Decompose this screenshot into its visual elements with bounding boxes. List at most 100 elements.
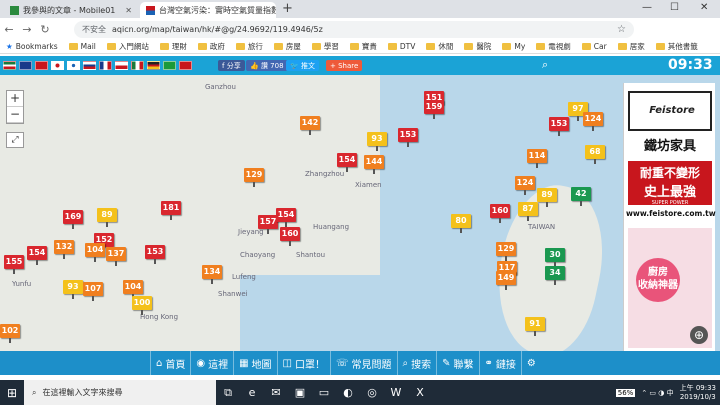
- bookmark-folder[interactable]: 政府: [197, 41, 225, 52]
- aqi-marker[interactable]: 142: [300, 116, 320, 135]
- bookmark-folder[interactable]: 醫院: [464, 41, 491, 52]
- back-icon[interactable]: ←: [0, 23, 18, 36]
- aqi-marker[interactable]: 153: [145, 245, 165, 264]
- media-icon[interactable]: ◐: [336, 380, 360, 405]
- store-icon[interactable]: ▣: [288, 380, 312, 405]
- bookmark-folder[interactable]: DTV: [387, 42, 415, 51]
- nav-mask[interactable]: ◫ 口罩！: [276, 351, 330, 375]
- chrome-icon[interactable]: ◎: [360, 380, 384, 405]
- flag-icon[interactable]: [83, 61, 96, 70]
- aqi-marker[interactable]: 169: [63, 210, 83, 229]
- bookmark-folder[interactable]: 電視劇: [536, 41, 571, 52]
- close-tab-icon[interactable]: ✕: [121, 6, 132, 15]
- explorer-icon[interactable]: ▭: [312, 380, 336, 405]
- fullscreen-icon[interactable]: ⤢: [6, 132, 24, 148]
- bookmark-folder[interactable]: My: [502, 42, 525, 51]
- facebook-share-button[interactable]: f 分享: [218, 60, 245, 71]
- bookmark-folder[interactable]: 房屋: [273, 41, 301, 52]
- aqi-marker[interactable]: 68: [585, 145, 605, 164]
- aqi-marker[interactable]: 87: [518, 202, 538, 221]
- zoom-in-button[interactable]: +: [7, 91, 23, 107]
- tab-mobile01[interactable]: 我參與的文章 - Mobile01 ✕: [4, 2, 138, 18]
- aqi-marker[interactable]: 155: [4, 255, 24, 274]
- tweet-button[interactable]: 🐦 推文: [286, 60, 319, 71]
- aqi-marker[interactable]: 154: [337, 153, 357, 172]
- flag-icon[interactable]: [163, 61, 176, 70]
- facebook-like-button[interactable]: 👍 讚 708: [246, 60, 288, 71]
- task-view-icon[interactable]: ⧉: [216, 380, 240, 405]
- bookmark-folder[interactable]: 休閒: [426, 41, 453, 52]
- aqi-map[interactable]: Ganzhou Zhangzhou Xiamen Jieyang Chaoyan…: [0, 75, 720, 351]
- close-window-button[interactable]: ✕: [700, 2, 708, 13]
- aqi-marker[interactable]: 34: [545, 266, 565, 285]
- aqi-marker[interactable]: 104: [123, 280, 143, 299]
- nav-contact[interactable]: ✎ 聯繫: [436, 351, 478, 375]
- aqi-marker[interactable]: 137: [106, 247, 126, 266]
- edge-icon[interactable]: e: [240, 380, 264, 405]
- bookmark-folder[interactable]: Car: [581, 42, 607, 51]
- aqi-marker[interactable]: 153: [398, 128, 418, 147]
- tab-aqicn[interactable]: 台灣空氣污染：實時空氣質量指數 ✕: [140, 2, 276, 18]
- aqi-marker[interactable]: 160: [490, 204, 510, 223]
- bookmark-item[interactable]: ★ Bookmarks: [6, 42, 58, 51]
- aqi-marker[interactable]: 114: [527, 149, 547, 168]
- bookmark-folder[interactable]: 學習: [311, 41, 339, 52]
- aqi-marker[interactable]: 154: [276, 208, 296, 227]
- flag-icon[interactable]: [67, 61, 80, 70]
- flag-icon[interactable]: [35, 61, 48, 70]
- mail-icon[interactable]: ✉: [264, 380, 288, 405]
- flag-icon[interactable]: [179, 61, 192, 70]
- bookmark-folder-other[interactable]: 其他書籤: [655, 41, 698, 52]
- flag-icon[interactable]: [131, 61, 144, 70]
- aqi-marker[interactable]: 102: [0, 324, 20, 343]
- bookmark-folder[interactable]: Mail: [68, 42, 96, 51]
- aqi-marker[interactable]: 132: [54, 240, 74, 259]
- tray-icons[interactable]: ⌃ ▭ ◑ 中: [641, 388, 673, 398]
- flag-icon[interactable]: [3, 61, 16, 70]
- windows-start-icon[interactable]: ⊞: [0, 386, 24, 400]
- aqi-marker[interactable]: 153: [549, 117, 569, 136]
- maximize-button[interactable]: ☐: [670, 2, 679, 13]
- flag-icon[interactable]: [99, 61, 112, 70]
- zoom-out-button[interactable]: −: [7, 107, 23, 123]
- aqi-marker[interactable]: 157: [258, 215, 278, 234]
- nav-here[interactable]: ◉ 這裡: [190, 351, 233, 375]
- aqi-marker[interactable]: 93: [63, 280, 83, 299]
- bookmark-folder[interactable]: 理財: [159, 41, 187, 52]
- aqi-marker[interactable]: 160: [280, 227, 300, 246]
- nav-settings[interactable]: ⚙: [520, 351, 544, 375]
- aqi-marker[interactable]: 91: [525, 317, 545, 336]
- minimize-button[interactable]: —: [642, 2, 652, 13]
- flag-icon[interactable]: [147, 61, 160, 70]
- nav-map[interactable]: ▦ 地圖: [233, 351, 276, 375]
- aqi-marker[interactable]: 89: [97, 208, 117, 227]
- word-icon[interactable]: W: [384, 380, 408, 405]
- advertisement[interactable]: Feistore 鐵坊家具 耐重不變形 史上最強 SUPER POWER www…: [623, 83, 716, 351]
- new-tab-button[interactable]: +: [282, 1, 293, 16]
- forward-icon[interactable]: →: [18, 23, 36, 36]
- aqi-marker[interactable]: 159: [424, 100, 444, 119]
- aqi-marker[interactable]: 30: [545, 248, 565, 267]
- aqi-marker[interactable]: 124: [515, 176, 535, 195]
- aqi-marker[interactable]: 129: [496, 242, 516, 261]
- nav-links[interactable]: ⚭ 鏈接: [478, 351, 521, 375]
- taskbar-search[interactable]: ⌕ 在這裡輸入文字來搜尋: [24, 380, 216, 405]
- aqi-marker[interactable]: 154: [27, 246, 47, 265]
- aqi-marker[interactable]: 80: [451, 214, 471, 233]
- bookmark-star-icon[interactable]: ☆: [617, 24, 626, 35]
- bookmark-folder[interactable]: 居家: [617, 41, 645, 52]
- bookmark-folder[interactable]: 入門網站: [106, 41, 149, 52]
- aqi-marker[interactable]: 107: [83, 282, 103, 301]
- bookmark-folder[interactable]: 寶貴: [349, 41, 377, 52]
- search-icon[interactable]: ⌕: [542, 58, 548, 72]
- aqi-marker[interactable]: 42: [571, 187, 591, 206]
- aqi-marker[interactable]: 93: [367, 132, 387, 151]
- aqi-marker[interactable]: 181: [161, 201, 181, 220]
- aqi-marker[interactable]: 134: [202, 265, 222, 284]
- taskbar-clock[interactable]: 上午 09:33 2019/10/3: [680, 384, 716, 402]
- flag-icon[interactable]: [51, 61, 64, 70]
- nav-faq[interactable]: ☏ 常見問題: [330, 351, 397, 375]
- excel-icon[interactable]: X: [408, 380, 432, 405]
- aqi-marker[interactable]: 129: [244, 168, 264, 187]
- address-bar[interactable]: 不安全 aqicn.org/map/taiwan/hk/#@g/24.9692/…: [74, 21, 634, 38]
